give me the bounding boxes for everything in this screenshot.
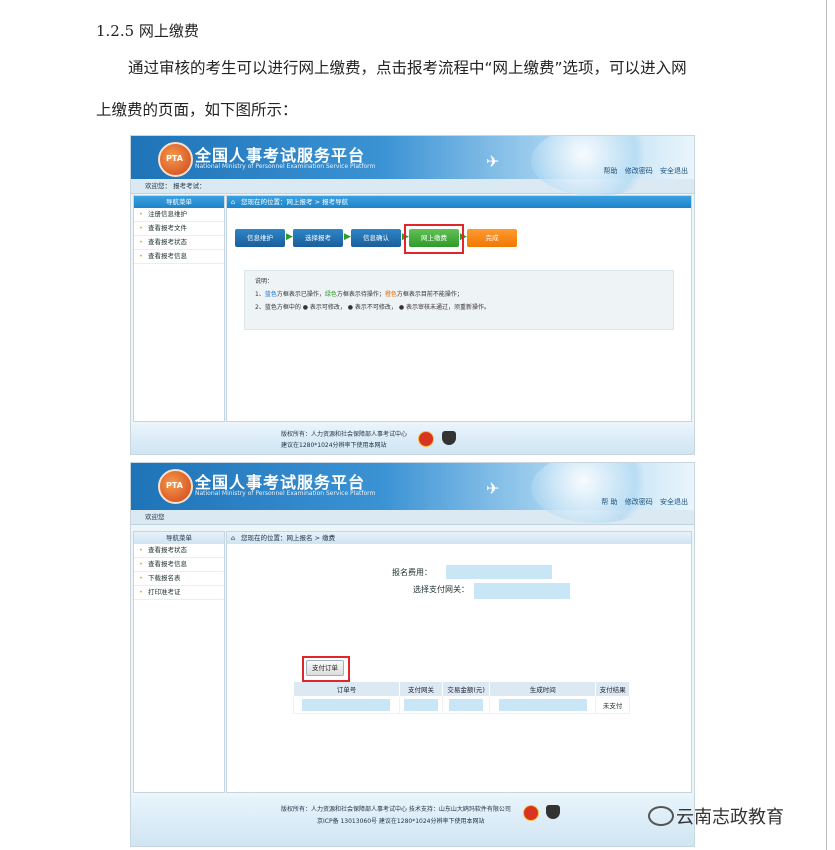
police-badge-icon [442, 431, 456, 445]
orders-table: 订单号 支付网关 交易金额(元) 生成时间 支付结果 未支付 [293, 681, 630, 714]
note-title: 说明： [255, 278, 274, 285]
sidebar-title: 导航菜单 [134, 196, 224, 208]
table-row: 未支付 [293, 696, 630, 714]
screenshot-payment-page: PTA 全国人事考试服务平台 National Ministry of Pers… [130, 462, 695, 847]
col-created-time: 生成时间 [489, 681, 597, 697]
order-no-cell [293, 696, 400, 714]
gateway-select-redacted[interactable] [474, 583, 570, 599]
instructions-box: 说明： 1、蓝色方框表示已操作，绿色方框表示待操作；橙色方框表示目前不能操作； … [244, 270, 674, 330]
col-result: 支付结果 [595, 681, 630, 697]
change-password-link[interactable]: 修改密码 [625, 167, 653, 175]
step-info-confirm[interactable]: 信息确认 [351, 229, 401, 247]
gateway-label: 选择支付网关： [413, 585, 469, 594]
sidebar-item-download-form[interactable]: 下载报名表 [134, 572, 224, 586]
page-edge-divider [826, 0, 827, 850]
sidebar-nav: 导航菜单 注册信息维护 查看报考文件 查看报考状态 查看报考信息 [133, 195, 225, 422]
step-complete: 完成 [467, 229, 517, 247]
note-line-2: 2、蓝色方框中的 ● 表示可修改， ● 表示不可修改， ● 表示审核未通过，须重… [255, 304, 490, 311]
airplane-icon: ✈ [486, 152, 500, 171]
body-paragraph: 通过审核的考生可以进行网上缴费，点击报考流程中“网上缴费”选项，可以进入网 [128, 59, 687, 77]
main-panel: ⌂ 您现在的位置：网上报考 > 报考导航 信息维护 ▶ 选择报考 ▶ 信息确认 … [226, 195, 692, 422]
sidebar-item-exam-info[interactable]: 查看报考信息 [134, 250, 224, 264]
fee-value-redacted [446, 565, 552, 579]
airplane-icon: ✈ [486, 479, 500, 498]
screenshot-exam-navigation: PTA 全国人事考试服务平台 National Ministry of Pers… [130, 135, 695, 455]
logout-link[interactable]: 安全退出 [660, 498, 688, 506]
sidebar-item-exam-status[interactable]: 查看报考状态 [134, 544, 224, 558]
sidebar-title: 导航菜单 [134, 532, 224, 544]
created-time-cell [489, 696, 597, 714]
col-gateway: 支付网关 [398, 681, 444, 697]
arrow-right-icon: ▶ [344, 232, 351, 242]
sidebar-item-exam-files[interactable]: 查看报考文件 [134, 222, 224, 236]
pta-logo-icon: PTA [158, 469, 193, 504]
amount-cell [442, 696, 491, 714]
arrow-right-icon: ▶ [286, 232, 293, 242]
payment-step-highlight [404, 224, 464, 254]
note-line-1: 1、蓝色方框表示已操作，绿色方框表示待操作；橙色方框表示目前不能操作； [255, 291, 463, 298]
result-cell: 未支付 [595, 696, 630, 714]
sidebar-item-exam-status[interactable]: 查看报考状态 [134, 236, 224, 250]
site-subtitle: National Ministry of Personnel Examinati… [195, 490, 376, 497]
step-select-exam[interactable]: 选择报考 [293, 229, 343, 247]
site-banner: PTA 全国人事考试服务平台 National Ministry of Pers… [131, 463, 694, 523]
footer-icp: 京ICP备 13013060号 建议在1280*1024分辨率下使用本网站 [317, 818, 485, 825]
section-heading: 1.2.5 网上缴费 [96, 22, 199, 40]
site-footer: 版权所有：人力资源和社会保障部人事考试中心 建议在1280*1024分辨率下使用… [131, 424, 694, 454]
help-link[interactable]: 帮助 [604, 167, 618, 175]
col-order-no: 订单号 [293, 681, 400, 697]
sidebar-item-print-admission[interactable]: 打印准考证 [134, 586, 224, 600]
gateway-cell [398, 696, 444, 714]
police-badge-icon [546, 805, 560, 819]
fee-label: 报名费用： [392, 568, 432, 577]
sidebar-item-exam-info[interactable]: 查看报考信息 [134, 558, 224, 572]
home-icon: ⌂ [231, 534, 236, 542]
logout-link[interactable]: 安全退出 [660, 167, 688, 175]
home-icon: ⌂ [231, 198, 236, 206]
col-amount: 交易金额(元) [442, 681, 491, 697]
emblem-icon [523, 805, 539, 821]
breadcrumb: ⌂ 您现在的位置：网上报考 > 报考导航 [227, 196, 691, 208]
footer-copyright: 版权所有：人力资源和社会保障部人事考试中心 技术支持：山东山大鸥玛软件有限公司 [281, 806, 511, 813]
body-paragraph-continued: 上缴费的页面，如下图所示： [96, 101, 298, 119]
breadcrumb: ⌂ 您现在的位置：网上报名 > 缴费 [227, 532, 691, 544]
top-links: 帮助 修改密码 安全退出 [599, 166, 688, 176]
site-banner: PTA 全国人事考试服务平台 National Ministry of Pers… [131, 136, 694, 196]
account-watermark: 云南志政教育 [676, 807, 784, 828]
top-links: 帮 助 修改密码 安全退出 [596, 497, 688, 507]
pta-logo-icon: PTA [158, 142, 193, 177]
step-info-maintenance[interactable]: 信息维护 [235, 229, 285, 247]
main-panel: ⌂ 您现在的位置：网上报名 > 缴费 报名费用： 选择支付网关： 订单号 支付网… [226, 531, 692, 793]
help-link[interactable]: 帮 助 [601, 498, 617, 506]
emblem-icon [418, 431, 434, 447]
sidebar-nav: 导航菜单 查看报考状态 查看报考信息 下载报名表 打印准考证 [133, 531, 225, 793]
sidebar-item-registration[interactable]: 注册信息维护 [134, 208, 224, 222]
footer-resolution-note: 建议在1280*1024分辨率下使用本网站 [281, 442, 387, 449]
footer-copyright: 版权所有：人力资源和社会保障部人事考试中心 [281, 431, 408, 438]
change-password-link[interactable]: 修改密码 [625, 498, 653, 506]
site-subtitle: National Ministry of Personnel Examinati… [195, 163, 376, 170]
pay-button-highlight [302, 656, 350, 682]
site-footer: 版权所有：人力资源和社会保障部人事考试中心 技术支持：山东山大鸥玛软件有限公司 … [131, 796, 694, 846]
wechat-icon [648, 806, 674, 826]
